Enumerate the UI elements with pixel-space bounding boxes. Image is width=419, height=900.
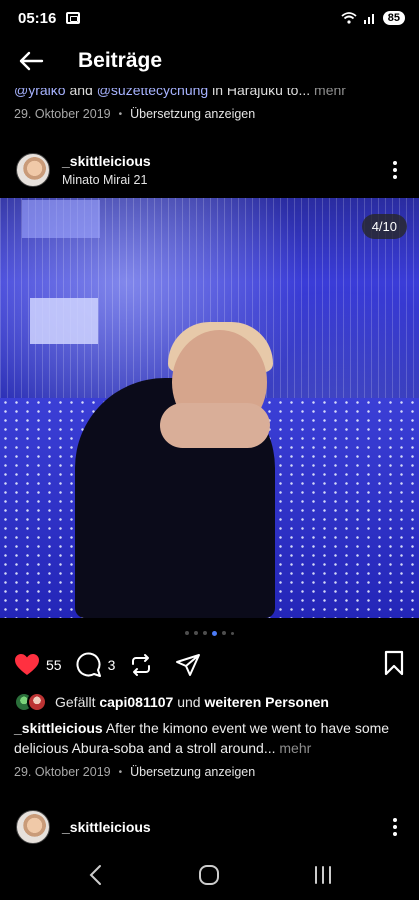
- more-icon: [393, 818, 397, 822]
- carousel-dot-active: [212, 630, 217, 636]
- likes-summary[interactable]: Gefällt capi081107 und weiteren Personen: [14, 692, 329, 712]
- comment-button[interactable]: 3: [76, 652, 116, 678]
- system-navigation-bar: [0, 850, 419, 900]
- back-button[interactable]: [16, 46, 46, 76]
- more-options-button[interactable]: [385, 158, 405, 182]
- more-icon-dot: [393, 168, 397, 172]
- wifi-icon: [341, 12, 357, 24]
- separator-dot: •: [118, 766, 123, 778]
- screen-record-icon: [66, 12, 81, 24]
- carousel-dot: [231, 631, 234, 635]
- username[interactable]: _skittleicious: [62, 819, 151, 835]
- share-icon: [176, 654, 201, 676]
- likes-middle: und: [173, 694, 205, 710]
- post-user-info: _skittleicious: [62, 819, 151, 835]
- status-bar: 05:16 85: [0, 0, 419, 36]
- bookmark-button[interactable]: [383, 650, 405, 681]
- nav-back-icon[interactable]: [86, 864, 106, 886]
- likes-text: Gefällt capi081107 und weiteren Personen: [55, 694, 329, 710]
- like-count[interactable]: 55: [46, 657, 62, 673]
- battery-indicator: 85: [382, 11, 405, 25]
- nav-recents-icon[interactable]: [313, 864, 333, 886]
- status-time: 05:16: [18, 9, 57, 27]
- more-options-button[interactable]: [385, 815, 405, 839]
- avatar[interactable]: [16, 153, 50, 187]
- more-icon-dot: [393, 825, 397, 829]
- comment-icon: [76, 652, 101, 677]
- post-date: 29. Oktober 2019: [14, 107, 111, 121]
- status-icons: 85: [341, 11, 405, 25]
- heart-icon: [15, 654, 39, 675]
- post-caption: _skittleicious After the kimono event we…: [14, 718, 409, 758]
- back-arrow-icon: [19, 51, 44, 71]
- translate-link[interactable]: Übersetzung anzeigen: [130, 107, 255, 121]
- next-post-header: _skittleicious: [0, 804, 419, 850]
- header: Beiträge: [0, 36, 419, 86]
- carousel-dot: [194, 631, 198, 635]
- liker-username[interactable]: capi081107: [99, 694, 173, 710]
- post-header: _skittleicious Minato Mirai 21: [0, 147, 419, 193]
- post-date: 29. Oktober 2019: [14, 765, 111, 779]
- likes-others[interactable]: weiteren Personen: [204, 694, 329, 710]
- translate-link[interactable]: Übersetzung anzeigen: [130, 765, 255, 779]
- caption-username[interactable]: _skittleicious: [14, 720, 103, 736]
- separator-dot: •: [118, 108, 123, 120]
- username[interactable]: _skittleicious: [62, 153, 151, 169]
- post-meta: 29. Oktober 2019 • Übersetzung anzeigen: [14, 765, 255, 779]
- nav-home-icon[interactable]: [198, 864, 220, 886]
- liker-avatar: [27, 692, 47, 712]
- avatar[interactable]: [16, 810, 50, 844]
- post-user-info: _skittleicious Minato Mirai 21: [62, 153, 151, 187]
- carousel-dot: [203, 631, 207, 635]
- share-button[interactable]: [175, 653, 201, 677]
- more-icon-dot: [393, 175, 397, 179]
- post-image[interactable]: 4/10: [0, 198, 419, 618]
- repost-button[interactable]: [129, 653, 153, 677]
- carousel-dot: [185, 631, 189, 635]
- signal-icon: [363, 14, 374, 24]
- image-person-hands: [160, 403, 270, 448]
- more-icon: [393, 161, 397, 165]
- page-title: Beiträge: [78, 49, 163, 72]
- carousel-indicator: [0, 630, 419, 636]
- media-counter: 4/10: [361, 214, 407, 239]
- location[interactable]: Minato Mirai 21: [62, 173, 151, 187]
- previous-post-meta: 29. Oktober 2019 • Übersetzung anzeigen: [14, 107, 255, 121]
- image-window: [30, 298, 98, 344]
- repost-icon: [132, 654, 151, 676]
- like-button[interactable]: 55: [14, 653, 62, 677]
- likes-prefix: Gefällt: [55, 694, 100, 710]
- bookmark-icon: [384, 650, 404, 675]
- post-actions: 55 3: [0, 648, 419, 682]
- image-window: [22, 200, 100, 238]
- comment-count[interactable]: 3: [108, 657, 116, 673]
- more-link[interactable]: mehr: [276, 740, 311, 756]
- more-icon-dot: [393, 832, 397, 836]
- carousel-dot: [222, 631, 226, 635]
